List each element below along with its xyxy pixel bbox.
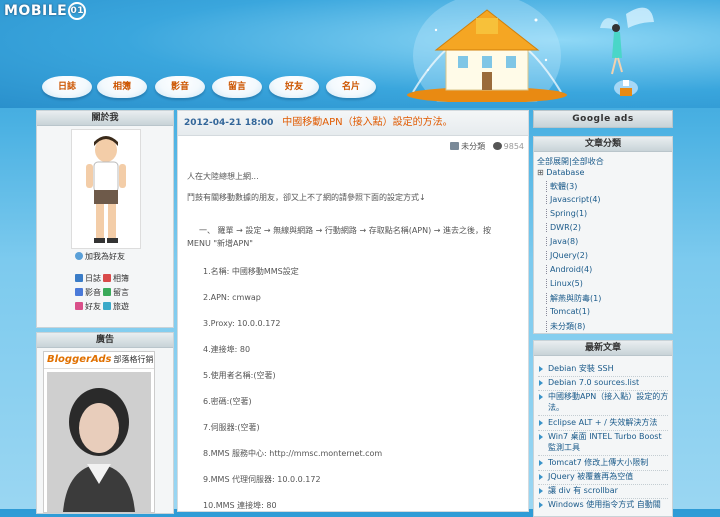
friends-icon [75,302,83,310]
about-link-label: 日誌 [85,274,101,283]
google-ads-header: Google ads [533,110,673,128]
about-link-diary[interactable]: 日誌 [75,273,101,284]
category-item[interactable]: Java(8) [546,237,578,246]
guestbook-icon [103,288,111,296]
about-title: 關於我 [37,111,173,126]
diary-icon [75,274,83,282]
about-link-video[interactable]: 影音 [75,287,101,298]
post-line: 6.密碼:(空著) [203,397,252,406]
about-link-label: 影音 [85,288,101,297]
categories-title: 文章分類 [534,137,672,152]
latest-post-link[interactable]: Tomcat7 修改上傳大小限制 [539,457,670,468]
nav-friends[interactable]: 好友 [269,76,319,98]
post-views: 9854 [503,142,524,151]
about-link-guestbook[interactable]: 留言 [103,287,129,298]
post-line: 鬥鼓有關移動數據的朋友，卻又上不了網的請參照下面的設定方式↓ [187,193,426,202]
post-line: MENU "新增APN" [187,239,253,248]
latest-post-link[interactable]: 讓 div 有 scrollbar [539,485,670,496]
latest-post-link[interactable]: JQuery 被覆蓋再為空值 [539,471,670,482]
latest-post-link[interactable]: 中國移動APN（接入點）設定的方法。 [539,391,670,413]
logo-mark: 01 [68,2,87,20]
post-line: 9.MMS 代理伺服器: 10.0.0.172 [203,475,321,484]
travel-icon [103,302,111,310]
divider [538,455,668,456]
site-logo[interactable]: MOBILE 01 [4,2,87,20]
video-icon [75,288,83,296]
latest-post-link[interactable]: Debian 7.0 sources.list [539,377,670,388]
category-item[interactable]: Spring(1) [546,209,587,218]
category-item[interactable]: 解燕與防毒(1) [546,293,601,304]
post-date: 2012-04-21 18:00 [184,118,274,128]
post-line: 7.伺服器:(空著) [203,423,260,432]
about-link-label: 留言 [113,288,129,297]
category-item[interactable]: 未分類(8) [546,321,585,332]
post-line: 1.名稱: 中國移動MMS設定 [203,267,299,276]
post-line: 2.APN: cmwap [203,293,261,302]
latest-posts-panel: 最新文章 Debian 安裝 SSH Debian 7.0 sources.li… [533,340,673,517]
about-panel: 關於我 加我為好友 日誌 相簿 影音 留言 好友 旅遊 [36,110,174,328]
latest-post-link[interactable]: Win7 桌面 INTEL Turbo Boost 監測工具 [539,431,670,453]
post-line: 一、 羅單 → 設定 → 無線與網路 → 行動網路 → 存取點名稱(APN) →… [199,226,492,235]
ads-panel: 廣告 BloggerAds 部落格行銷 [36,332,174,514]
post-meta: 未分類 9854 [448,141,524,152]
post-line: 8.MMS 服務中心: http://mmsc.monternet.com [203,449,383,458]
categories-panel: 文章分類 全部展開|全部收合 ⊞ Database 軟體(3) Javascri… [533,136,673,334]
nav-album[interactable]: 相簿 [97,76,147,98]
post-line: 10.MMS 連接埠: 80 [203,501,277,510]
nav-guestbook[interactable]: 留言 [212,76,262,98]
latest-title: 最新文章 [534,341,672,356]
post-category[interactable]: 未分類 [461,142,485,151]
about-link-label: 旅遊 [113,302,129,311]
category-item[interactable]: Javascript(4) [546,195,601,204]
about-link-album[interactable]: 相簿 [103,273,129,284]
house-dome-illustration [407,0,567,102]
category-item[interactable]: Tomcat(1) [546,307,590,316]
ad-photo[interactable] [47,372,151,512]
about-link-label: 相簿 [113,274,129,283]
ads-title: 廣告 [37,333,173,348]
nav-video[interactable]: 影音 [155,76,205,98]
ad-banner[interactable]: BloggerAds 部落格行銷 [43,351,155,513]
nav-diary[interactable]: 日誌 [42,76,92,98]
category-item[interactable]: 軟體(3) [546,181,577,192]
divider [538,415,668,416]
category-item[interactable]: JQuery(2) [546,251,588,260]
expand-collapse-all[interactable]: 全部展開|全部收合 [537,156,604,167]
logo-text: MOBILE [4,3,68,19]
folder-icon [450,142,460,150]
latest-post-link[interactable]: Eclipse ALT + / 失效解決方法 [539,417,670,428]
about-link-label: 好友 [85,302,101,311]
post-header: 2012-04-21 18:00 中國移動APN（接入點）設定的方法。 [178,111,528,136]
post-title[interactable]: 中國移動APN（接入點）設定的方法。 [282,117,452,128]
post-line: 4.連接埠: 80 [203,345,251,354]
add-friend-button[interactable]: 加我為好友 [75,251,125,262]
category-item[interactable]: DWR(2) [546,223,581,232]
about-link-travel[interactable]: 旅遊 [103,301,129,312]
category-item[interactable]: Android(4) [546,265,592,274]
post-line: 5.使用者名稱:(空著) [203,371,276,380]
category-root[interactable]: ⊞ Database [537,168,584,177]
category-item[interactable]: Linux(5) [546,279,583,288]
tree-expand-icon: ⊞ [537,168,547,177]
add-friend-icon [75,252,83,260]
ad-brand: BloggerAds [47,354,112,365]
add-friend-label: 加我為好友 [85,252,125,261]
post-line: 3.Proxy: 10.0.0.172 [203,319,281,328]
eye-icon [492,142,502,150]
avatar[interactable] [71,129,141,249]
post-line: 人在大陸總想上網... [187,172,259,181]
album-icon [103,274,111,282]
latest-post-link[interactable]: Windows 使用指令方式 自動關 [539,499,670,510]
category-root-label: Database [546,168,585,177]
about-link-friends[interactable]: 好友 [75,301,101,312]
post-main: 2012-04-21 18:00 中國移動APN（接入點）設定的方法。 未分類 … [177,110,529,512]
nav-card[interactable]: 名片 [326,76,376,98]
latest-post-link[interactable]: Debian 安裝 SSH [539,363,670,374]
fairy-illustration [600,7,654,96]
ad-brand-sub: 部落格行銷 [113,355,154,364]
